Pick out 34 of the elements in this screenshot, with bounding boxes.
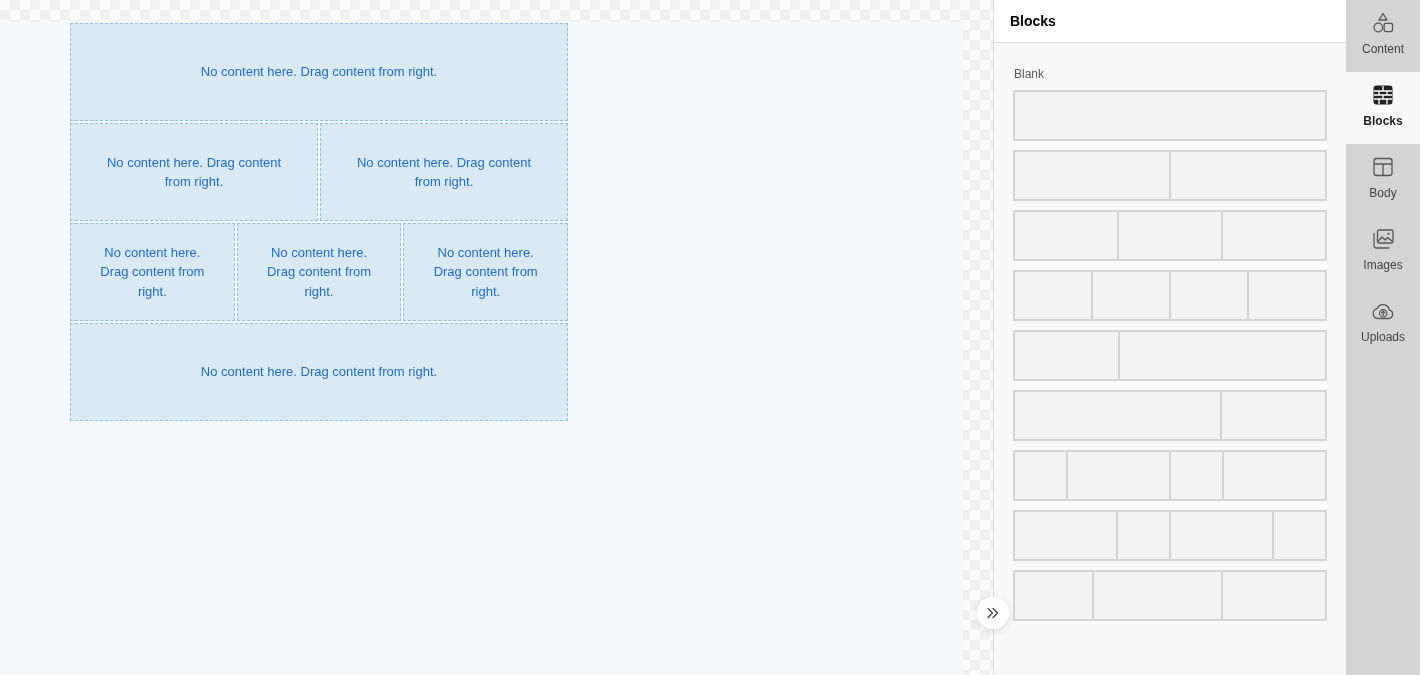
block-layout-option[interactable] [1013,270,1327,321]
double-chevron-right-icon [986,606,1000,620]
block-layout-option[interactable] [1013,450,1327,501]
panel-title: Blocks [1010,11,1056,31]
empty-placeholder-text: No content here. Drag content from right. [266,243,373,301]
sidebar-tab[interactable]: Content [1346,0,1420,72]
drop-zone[interactable]: No content here. Drag content from right. [70,123,318,221]
empty-placeholder-text: No content here. Drag content from right. [99,243,206,301]
block-layout-option[interactable] [1013,390,1327,441]
sidebar-tab[interactable]: Uploads [1346,288,1420,360]
empty-placeholder-text: No content here. Drag content from right. [355,153,533,191]
block-layout-option[interactable] [1013,150,1327,201]
shapes-icon [1371,11,1395,35]
empty-placeholder-text: No content here. Drag content from right. [105,153,283,191]
block-layout-option[interactable] [1013,330,1327,381]
sidebar-tab[interactable]: Blocks [1346,72,1420,144]
sidebar-tab[interactable]: Images [1346,216,1420,288]
block-layout-option[interactable] [1013,210,1327,261]
drop-zone[interactable]: No content here. Drag content from right. [70,223,235,321]
empty-placeholder-text: No content here. Drag content from right. [200,63,438,82]
drop-zone[interactable]: No content here. Drag content from right. [70,323,568,421]
empty-placeholder-text: No content here. Drag content from right. [432,243,539,301]
drop-zone[interactable]: No content here. Drag content from right. [236,223,402,321]
empty-placeholder-text: No content here. Drag content from right. [200,363,438,382]
image-stack-icon [1371,227,1395,251]
sidebar-tab[interactable]: Body [1346,144,1420,216]
brick-grid-icon [1371,83,1395,107]
section-label: Blank [1013,66,1045,83]
block-layout-option[interactable] [1013,90,1327,141]
drop-zone[interactable]: No content here. Drag content from right. [70,23,568,121]
drop-zone[interactable]: No content here. Drag content from right. [320,123,568,221]
drop-zone[interactable]: No content here. Drag content from right. [403,223,568,321]
layout-icon [1371,155,1395,179]
block-layout-option[interactable] [1013,510,1327,561]
